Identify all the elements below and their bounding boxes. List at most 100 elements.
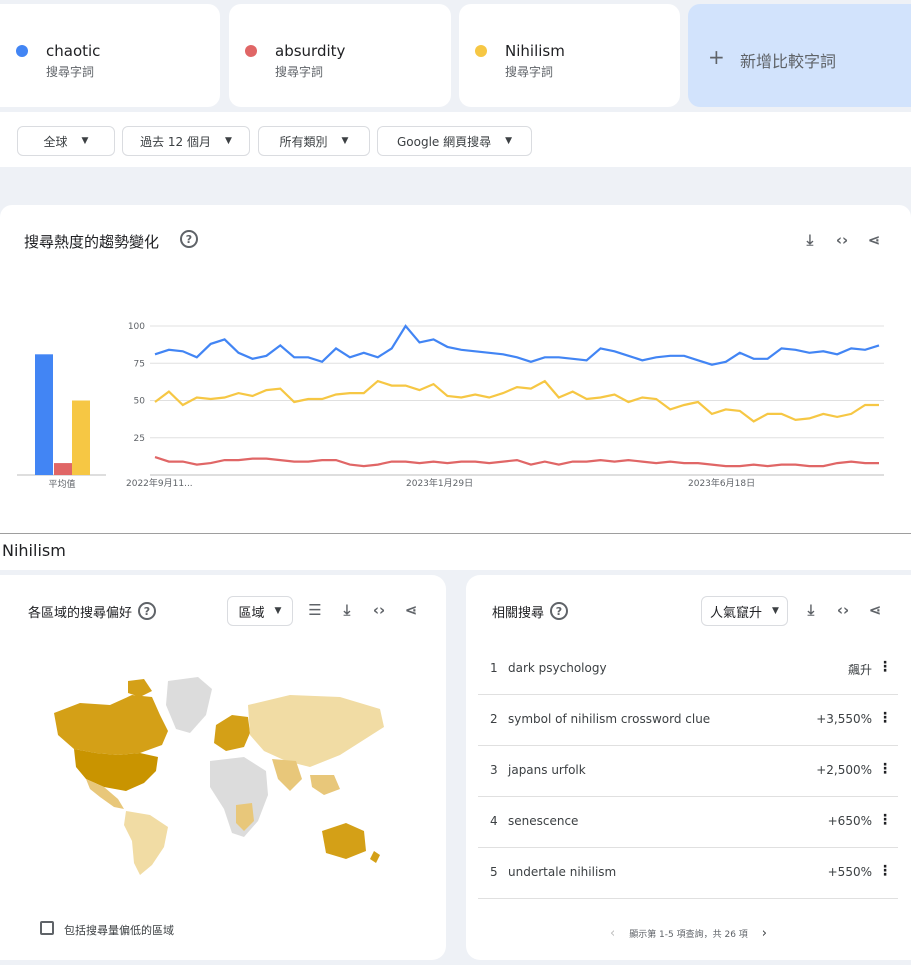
term-type: 搜尋字詞 — [46, 65, 95, 79]
term-type: 搜尋字詞 — [275, 65, 324, 79]
caret-down-icon: ▼ — [341, 136, 349, 146]
map-region-new-zealand[interactable] — [370, 851, 380, 863]
term-card-chaotic[interactable]: chaotic 搜尋字詞 — [0, 4, 220, 107]
pagination-label: 顯示第 1-5 項查詢，共 26 項 — [629, 929, 748, 940]
y-tick-label: 25 — [134, 434, 145, 444]
related-query-row[interactable]: 4 senescence +650% ⋮ — [478, 798, 898, 848]
embed-icon[interactable]: ‹› — [832, 599, 854, 621]
term-name: Nihilism — [505, 42, 565, 60]
term-type: 搜尋字詞 — [505, 65, 554, 79]
chart-gridlines: 25 50 75 100 — [128, 322, 884, 476]
share-icon[interactable]: ⋖ — [864, 599, 886, 621]
term-name: chaotic — [46, 42, 101, 60]
y-tick-label: 100 — [128, 322, 145, 332]
query-growth: +2,500% — [816, 763, 872, 777]
row-index: 4 — [490, 814, 498, 828]
help-icon[interactable]: ? — [138, 602, 156, 620]
next-page-icon[interactable]: › — [762, 926, 767, 941]
series-color-dot — [16, 45, 28, 57]
average-bar-chaotic — [35, 354, 53, 475]
search-type-filter-value: Google 網頁搜尋 — [396, 134, 492, 149]
region-filter[interactable]: 全球 ▼ — [17, 126, 115, 156]
interest-over-time-card: 搜尋熱度的趨勢變化 ? ⤓ ‹› ⋖ 平均值 25 50 75 100 2022年9月… — [0, 205, 911, 533]
map-region-southeast-asia[interactable] — [310, 775, 340, 795]
map-region-asia[interactable] — [248, 695, 384, 767]
map-region-united-states[interactable] — [74, 749, 158, 791]
filter-bar: 全球 ▼ 過去 12 個月 ▼ 所有類別 ▼ Google 網頁搜尋 ▼ — [0, 112, 911, 167]
average-bar-absurdity — [54, 463, 72, 475]
related-query-row[interactable]: 3 japans urfolk +2,500% ⋮ — [478, 747, 898, 797]
map-region-canada-islands[interactable] — [128, 679, 152, 697]
x-tick-label: 2022年9月11... — [126, 477, 193, 489]
related-query-row[interactable]: 5 undertale nihilism +550% ⋮ — [478, 849, 898, 899]
list-view-icon[interactable]: ☰ — [304, 599, 326, 621]
help-icon[interactable]: ? — [550, 602, 568, 620]
query-growth: +550% — [827, 865, 872, 879]
query-text[interactable]: japans urfolk — [508, 763, 586, 777]
section-heading: Nihilism — [2, 541, 66, 560]
more-options-icon[interactable]: ⋮ — [878, 659, 892, 675]
download-icon[interactable]: ⤓ — [336, 599, 358, 621]
series-line-chaotic[interactable] — [154, 324, 880, 366]
more-options-icon[interactable]: ⋮ — [878, 710, 892, 726]
section-header: Nihilism — [0, 533, 911, 570]
low-volume-checkbox[interactable] — [40, 921, 54, 935]
map-region-europe[interactable] — [214, 715, 250, 751]
embed-icon[interactable]: ‹› — [368, 599, 390, 621]
series-color-dot — [475, 45, 487, 57]
map-region-australia[interactable] — [322, 823, 366, 859]
series-line-absurdity[interactable] — [154, 456, 879, 468]
previous-page-icon[interactable]: ‹ — [610, 926, 615, 941]
more-options-icon[interactable]: ⋮ — [878, 761, 892, 777]
caret-down-icon: ▼ — [224, 136, 232, 146]
time-filter[interactable]: 過去 12 個月 ▼ — [122, 126, 250, 156]
trend-chart: 平均值 25 50 75 100 2022年9月11... 2023年1月29日 20… — [17, 322, 884, 490]
plus-icon: + — [708, 45, 725, 69]
pagination: ‹ 顯示第 1-5 項查詢，共 26 項 › — [466, 923, 911, 943]
more-options-icon[interactable]: ⋮ — [878, 812, 892, 828]
caret-down-icon: ▼ — [772, 606, 779, 616]
time-filter-value: 過去 12 個月 — [140, 134, 211, 149]
average-bar-nihilism — [72, 400, 90, 475]
caret-down-icon: ▼ — [505, 136, 513, 146]
series-line-nihilism[interactable] — [154, 379, 879, 423]
caret-down-icon: ▼ — [274, 606, 282, 616]
x-tick-label: 2023年1月29日 — [406, 477, 473, 489]
query-growth: +3,550% — [816, 712, 872, 726]
map-region-canada[interactable] — [54, 695, 168, 755]
query-text[interactable]: senescence — [508, 814, 578, 828]
add-comparison-button[interactable]: + 新增比較字詞 — [688, 4, 911, 107]
download-icon[interactable]: ⤓ — [800, 599, 822, 621]
related-sort-dropdown[interactable]: 人氣竄升 ▼ — [701, 596, 788, 626]
world-map[interactable] — [40, 675, 390, 875]
region-level-dropdown[interactable]: 區域 ▼ — [227, 596, 293, 626]
region-panel-title: 各區域的搜尋偏好 — [28, 606, 133, 621]
row-index: 5 — [490, 865, 498, 879]
row-index: 3 — [490, 763, 498, 777]
query-text[interactable]: dark psychology — [508, 661, 607, 675]
related-panel-title: 相關搜尋 — [492, 606, 545, 621]
category-filter[interactable]: 所有類別 ▼ — [258, 126, 370, 156]
related-query-row[interactable]: 1 dark psychology 飆升 ⋮ — [478, 645, 898, 695]
term-card-absurdity[interactable]: absurdity 搜尋字詞 — [229, 4, 451, 107]
more-options-icon[interactable]: ⋮ — [878, 863, 892, 879]
low-volume-checkbox-label: 包括搜尋量偏低的區域 — [64, 924, 174, 937]
search-type-filter[interactable]: Google 網頁搜尋 ▼ — [377, 126, 532, 156]
query-text[interactable]: symbol of nihilism crossword clue — [508, 712, 710, 726]
map-region-south-america[interactable] — [124, 811, 168, 875]
series-color-dot — [245, 45, 257, 57]
related-query-row[interactable]: 2 symbol of nihilism crossword clue +3,5… — [478, 696, 898, 746]
caret-down-icon: ▼ — [81, 136, 89, 146]
share-icon[interactable]: ⋖ — [400, 599, 422, 621]
query-growth: +650% — [827, 814, 872, 828]
y-tick-label: 50 — [134, 397, 146, 407]
term-card-nihilism[interactable]: Nihilism 搜尋字詞 — [459, 4, 680, 107]
region-level-value: 區域 — [238, 605, 265, 621]
interest-by-region-card: 各區域的搜尋偏好 ? 區域 ▼ ☰ ⤓ ‹› ⋖ 包括搜尋量偏低的區域 — [0, 575, 446, 960]
chart-series-lines — [154, 324, 880, 468]
map-region-greenland[interactable] — [166, 677, 212, 733]
query-text[interactable]: undertale nihilism — [508, 865, 616, 879]
add-comparison-label: 新增比較字詞 — [740, 52, 837, 71]
y-tick-label: 75 — [134, 359, 145, 369]
related-sort-value: 人氣竄升 — [710, 605, 763, 621]
